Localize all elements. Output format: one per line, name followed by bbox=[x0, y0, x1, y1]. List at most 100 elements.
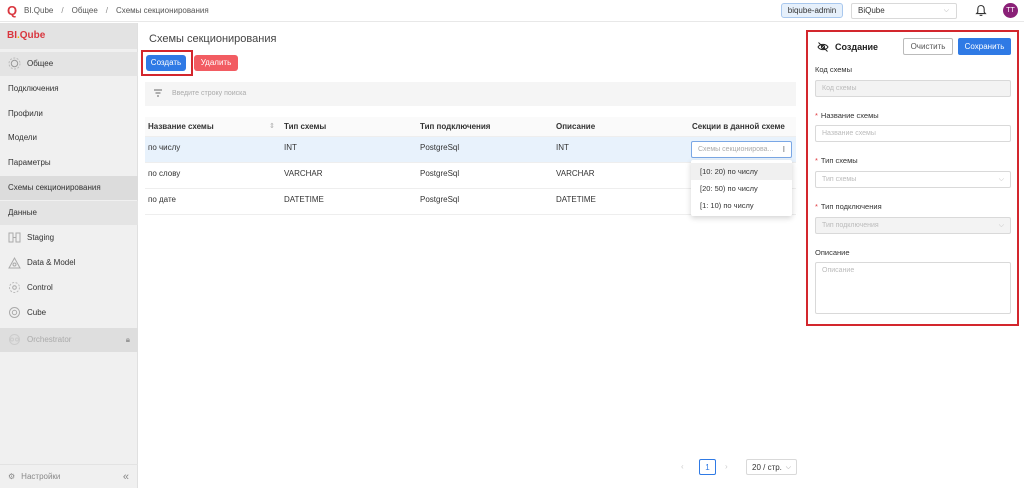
column-header-type[interactable]: Тип схемы bbox=[284, 117, 326, 137]
sidebar-item-label: Профили bbox=[8, 109, 43, 118]
avatar[interactable]: TT bbox=[1003, 3, 1018, 18]
control-icon bbox=[9, 282, 20, 294]
breadcrumb: BI.Qube / Общее / Схемы секционирования bbox=[24, 6, 209, 15]
sidebar-item-orchestrator: Orchestrator 🔒︎ bbox=[0, 328, 138, 352]
eye-off-icon[interactable] bbox=[817, 42, 829, 52]
description-field[interactable]: Описание bbox=[815, 262, 1011, 314]
settings-icon[interactable]: ⚙ bbox=[8, 472, 15, 481]
connection-label: * Тип подключения bbox=[815, 202, 882, 211]
breadcrumb-item-general[interactable]: Общее bbox=[72, 6, 98, 15]
app-logo[interactable]: Q bbox=[7, 4, 20, 18]
name-label: * Название схемы bbox=[815, 111, 879, 120]
column-header-name[interactable]: Название схемы bbox=[148, 117, 214, 137]
sidebar-item-models[interactable]: Модели bbox=[0, 126, 138, 150]
chevron-down-icon: ⌵ bbox=[943, 7, 949, 14]
page-size-value: 20 / стр. bbox=[752, 463, 782, 472]
page-number[interactable]: 1 bbox=[699, 459, 716, 475]
sidebar-item-parameters[interactable]: Параметры bbox=[0, 151, 138, 175]
dropdown-option[interactable]: [10: 20) по числу bbox=[691, 163, 792, 180]
sidebar-item-label: Модели bbox=[8, 133, 38, 142]
name-field[interactable]: Название схемы bbox=[815, 125, 1011, 142]
cell-description: INT bbox=[556, 143, 569, 152]
chevron-down-icon: ⌵ bbox=[998, 176, 1004, 183]
column-header-connection[interactable]: Тип подключения bbox=[420, 117, 490, 137]
sections-select[interactable]: Схемы секционирова... I bbox=[691, 141, 792, 158]
code-label-text: Код схемы bbox=[815, 65, 852, 74]
sidebar-item-connections[interactable]: Подключения bbox=[0, 77, 138, 101]
chevron-down-icon: ⌵ bbox=[785, 464, 791, 471]
sidebar-item-label: Общее bbox=[27, 59, 54, 68]
breadcrumb-separator: / bbox=[61, 6, 64, 15]
sidebar-item-data[interactable]: Данные bbox=[0, 201, 138, 225]
sidebar-item-label: Схемы секционирования bbox=[8, 183, 101, 192]
cell-description: DATETIME bbox=[556, 195, 596, 204]
cell-connection: PostgreSql bbox=[420, 169, 460, 178]
sidebar: BI.Qube Общее Подключения Профили Модели… bbox=[0, 23, 138, 488]
settings-link[interactable]: Настройки bbox=[21, 472, 60, 481]
code-field[interactable]: Код схемы bbox=[815, 80, 1011, 97]
sidebar-item-label: Данные bbox=[8, 208, 37, 217]
column-header-description[interactable]: Описание bbox=[556, 117, 595, 137]
dropdown-option[interactable]: [1: 10) по числу bbox=[691, 197, 792, 214]
search-input[interactable]: Введите строку поиска bbox=[172, 90, 246, 97]
sidebar-item-label: Cube bbox=[27, 308, 47, 317]
sidebar-item-control[interactable]: Control bbox=[0, 276, 138, 300]
next-page-icon[interactable]: › bbox=[725, 459, 728, 475]
column-header-sections[interactable]: Секции в данной схеме bbox=[692, 117, 785, 137]
cell-name: по числу bbox=[148, 143, 181, 152]
filter-icon[interactable] bbox=[154, 89, 162, 97]
save-button[interactable]: Сохранить bbox=[958, 38, 1011, 55]
sidebar-item-label: Data & Model bbox=[27, 258, 76, 267]
dropdown-option[interactable]: [20: 50) по числу bbox=[691, 180, 792, 197]
sidebar-footer: ⚙ Настройки « bbox=[0, 464, 138, 488]
code-label: Код схемы bbox=[815, 65, 852, 74]
name-label-text: Название схемы bbox=[820, 111, 879, 120]
sidebar-item-general[interactable]: Общее bbox=[0, 52, 138, 76]
staging-icon bbox=[8, 232, 21, 243]
cell-connection: PostgreSql bbox=[420, 195, 460, 204]
breadcrumb-item-home[interactable]: BI.Qube bbox=[24, 6, 53, 15]
brand-logo: BI.Qube bbox=[0, 23, 137, 49]
description-label-text: Описание bbox=[815, 248, 850, 257]
sidebar-item-label: Staging bbox=[27, 233, 55, 242]
cell-connection: PostgreSql bbox=[420, 143, 460, 152]
create-button[interactable]: Создать bbox=[146, 55, 186, 71]
sections-select-placeholder: Схемы секционирова... bbox=[698, 146, 774, 153]
required-mark: * bbox=[815, 156, 818, 165]
prev-page-icon[interactable]: ‹ bbox=[681, 459, 684, 475]
connection-select[interactable]: Тип подключения ⌵ bbox=[815, 217, 1011, 234]
sidebar-item-data-model[interactable]: Data & Model bbox=[0, 251, 138, 275]
workspace-select-value: BiQube bbox=[858, 6, 885, 15]
delete-button[interactable]: Удалить bbox=[194, 55, 238, 71]
clear-button[interactable]: Очистить bbox=[903, 38, 953, 55]
sort-icon[interactable]: ⇕ bbox=[269, 117, 275, 137]
collapse-sidebar-icon[interactable]: « bbox=[123, 465, 129, 488]
cell-type: DATETIME bbox=[284, 195, 324, 204]
sidebar-item-label: Параметры bbox=[8, 158, 51, 167]
required-mark: * bbox=[815, 202, 818, 211]
cell-type: VARCHAR bbox=[284, 169, 323, 178]
sidebar-item-label: Подключения bbox=[8, 84, 59, 93]
breadcrumb-separator: / bbox=[105, 6, 109, 15]
sidebar-item-label: Orchestrator bbox=[27, 335, 72, 344]
text-cursor-icon: I bbox=[782, 145, 785, 154]
page-title: Схемы секционирования bbox=[149, 33, 277, 45]
connection-label-text: Тип подключения bbox=[820, 202, 882, 211]
cell-type: INT bbox=[284, 143, 297, 152]
type-select-placeholder: Тип схемы bbox=[822, 176, 857, 183]
bell-icon[interactable] bbox=[975, 4, 987, 17]
workspace-select[interactable]: BiQube ⌵ bbox=[851, 3, 957, 19]
type-select[interactable]: Тип схемы ⌵ bbox=[815, 171, 1011, 188]
search-bar[interactable]: Введите строку поиска bbox=[145, 82, 796, 106]
chevron-down-icon: ⌵ bbox=[998, 222, 1004, 229]
required-mark: * bbox=[815, 111, 818, 120]
page-size-select[interactable]: 20 / стр. ⌵ bbox=[746, 459, 797, 475]
connection-select-placeholder: Тип подключения bbox=[822, 222, 879, 229]
sidebar-item-partition-schemes[interactable]: Схемы секционирования bbox=[0, 176, 138, 200]
data-model-icon bbox=[8, 257, 21, 269]
gear-icon bbox=[8, 57, 21, 70]
sidebar-item-cube[interactable]: Cube bbox=[0, 301, 138, 325]
sidebar-item-staging[interactable]: Staging bbox=[0, 226, 138, 250]
sidebar-item-profiles[interactable]: Профили bbox=[0, 102, 138, 126]
brand-prefix: BI bbox=[7, 30, 17, 41]
